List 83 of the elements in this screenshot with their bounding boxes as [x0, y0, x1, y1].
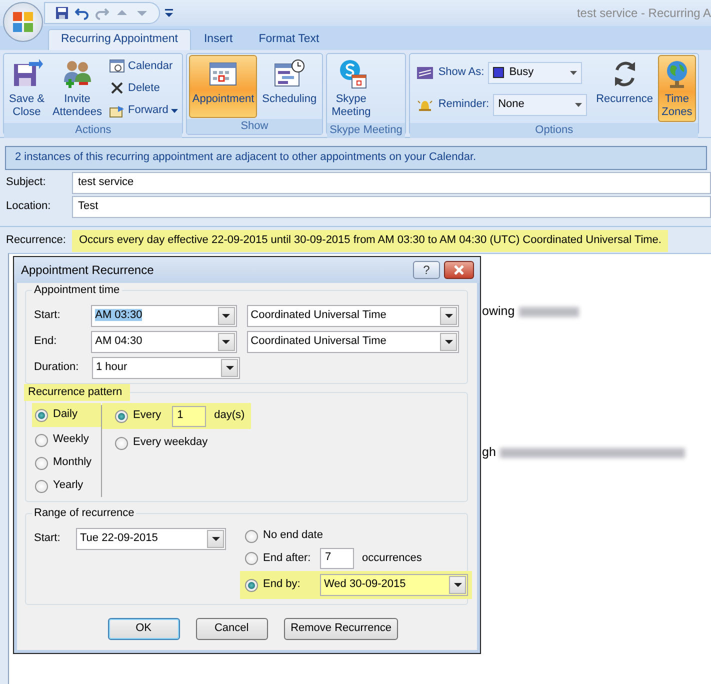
number-field[interactable]: 1 — [172, 406, 206, 426]
radio-option[interactable]: End by: — [242, 575, 312, 595]
caret-icon — [444, 340, 452, 344]
ribbon-button[interactable]: Skype Meeting — [328, 55, 374, 122]
time-zone-dropdown[interactable]: Coordinated Universal Time — [246, 305, 459, 327]
ribbon-button[interactable]: Save & Close — [6, 55, 48, 122]
caret-icon — [222, 340, 230, 344]
caret-icon — [212, 537, 220, 541]
customize-menu-icon[interactable] — [164, 7, 174, 19]
dialog-title: Appointment Recurrence — [21, 262, 154, 278]
ribbon-button[interactable]: Time Zones — [658, 55, 696, 122]
text-field[interactable]: Test — [72, 196, 711, 218]
undo-icon[interactable] — [75, 6, 89, 20]
field-label: Recurrence: — [5, 234, 67, 248]
ribbon-tab[interactable]: Format Text — [246, 29, 332, 50]
field-label: Show As: — [438, 66, 484, 80]
field-label: End: — [34, 335, 58, 349]
ribbon-button[interactable]: Recurrence — [593, 55, 656, 122]
radio-option[interactable]: No end date — [242, 526, 326, 546]
field-label: Reminder: — [438, 98, 490, 112]
body-text: gh — [482, 445, 496, 460]
time-zone-dropdown[interactable]: Coordinated Universal Time — [246, 331, 459, 353]
field-label: Duration: — [34, 361, 80, 375]
number-field[interactable]: 7 — [320, 548, 354, 569]
ribbon-button[interactable]: Forward — [107, 102, 180, 120]
recurrence-summary: Occurs every day effective 22-09-2015 until 30-09-2015 from AM 03:30 to AM 04:30 (UTC) Coordinated Universal Time. — [72, 230, 668, 252]
field-label: Start: — [34, 309, 62, 323]
ribbon-tab[interactable]: Recurring Appointment — [48, 29, 191, 50]
ribbon-button[interactable]: Delete — [107, 79, 180, 98]
ribbon-button[interactable]: Appointment — [189, 55, 258, 118]
status-dropdown[interactable]: Busy — [488, 62, 582, 84]
dialog-button[interactable]: Cancel — [196, 618, 268, 640]
ribbon-button[interactable]: Calendar — [107, 57, 180, 76]
help-button[interactable]: ? — [413, 261, 440, 279]
time-dropdown[interactable]: 1 hour — [92, 357, 240, 379]
office-logo-icon — [12, 11, 34, 33]
field-label: Start: — [34, 532, 62, 546]
group-label: Range of recurrence — [32, 507, 136, 520]
group-label: Skype Meeting — [326, 123, 406, 138]
radio-option[interactable]: Every — [112, 406, 164, 426]
field-label: Location: — [5, 200, 52, 214]
dialog-button[interactable]: OK — [108, 618, 180, 640]
save-icon[interactable] — [55, 6, 69, 20]
group-label: Show — [187, 119, 322, 134]
caret-icon — [444, 314, 452, 318]
caret-icon — [226, 366, 234, 370]
caret-icon — [570, 70, 578, 74]
caret-icon — [575, 102, 582, 106]
group-label: Options — [410, 123, 698, 138]
field-label: Subject: — [5, 176, 47, 190]
radio-option[interactable]: Monthly — [32, 453, 101, 473]
dialog-button[interactable]: Remove Recurrence — [284, 618, 398, 640]
ribbon-tab[interactable]: Insert — [190, 29, 246, 50]
close-icon — [453, 265, 465, 275]
time-dropdown[interactable]: AM 03:30 — [91, 305, 237, 327]
radio-option[interactable]: End after: — [242, 548, 312, 568]
show-as-icon — [416, 64, 434, 80]
radio-option[interactable]: Every weekday — [112, 433, 251, 453]
radio-option[interactable]: Daily — [32, 403, 101, 427]
date-dropdown[interactable]: Tue 22-09-2015 — [76, 528, 226, 550]
status-dropdown[interactable]: None — [493, 94, 588, 116]
ribbon-button[interactable]: Scheduling — [259, 55, 320, 118]
people-icon — [61, 58, 94, 90]
group-label: Actions — [4, 123, 182, 138]
date-dropdown[interactable]: Wed 30-09-2015 — [320, 574, 468, 596]
group-label: Appointment time — [32, 284, 122, 297]
radio-option[interactable]: Weekly — [32, 430, 101, 450]
info-bar: 2 instances of this recurring appointment are adjacent to other appointments on your Calendar. — [5, 146, 707, 170]
group-label: Recurrence pattern — [24, 384, 130, 401]
radio-option[interactable]: Yearly — [32, 476, 101, 496]
window-title: test service - Recurring A — [576, 6, 711, 20]
unit-label: day(s) — [214, 409, 245, 423]
ribbon-button[interactable]: Invite Attendees — [49, 55, 106, 122]
unit-label: occurrences — [362, 552, 422, 566]
blurred-text — [518, 306, 579, 316]
body-text: owing — [482, 304, 515, 319]
caret-icon — [454, 583, 462, 587]
close-button[interactable] — [444, 261, 474, 279]
delete-icon — [109, 80, 126, 96]
text-field[interactable]: test service — [72, 172, 711, 194]
calendar-icon — [109, 58, 126, 74]
time-dropdown[interactable]: AM 04:30 — [91, 331, 237, 353]
caret-icon — [222, 314, 230, 318]
